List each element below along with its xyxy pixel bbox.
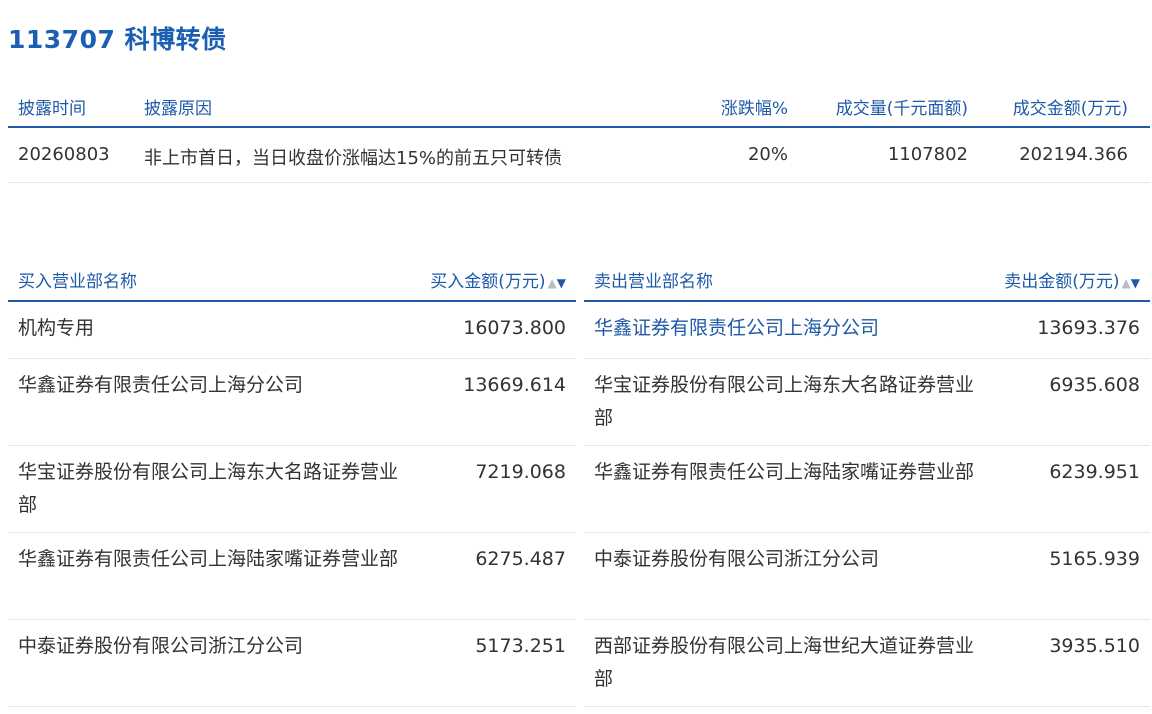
sell-amount: 3935.510 — [1049, 635, 1140, 657]
sort-asc-icon[interactable]: ▲ — [548, 276, 557, 290]
sell-branch-name: 华宝证券股份有限公司上海东大名路证券营业部 — [594, 374, 975, 429]
disclosure-table: 披露时间 披露原因 涨跌幅% 成交量(千元面额) 成交金额(万元) 202608… — [8, 82, 1150, 183]
disclosure-table-header: 披露时间 披露原因 涨跌幅% 成交量(千元面额) 成交金额(万元) — [8, 82, 1150, 128]
header-sell-branch: 卖出营业部名称 — [594, 272, 713, 292]
header-sell-amount-label: 卖出金额(万元) — [1004, 272, 1120, 292]
sort-desc-icon[interactable]: ▼ — [557, 276, 566, 290]
buy-branch-name: 中泰证券股份有限公司浙江分公司 — [18, 635, 304, 657]
buy-amount: 13669.614 — [463, 374, 566, 396]
header-buy-branch: 买入营业部名称 — [18, 272, 137, 292]
header-disclosure-reason: 披露原因 — [144, 99, 212, 119]
sell-amount: 6935.608 — [1049, 374, 1140, 396]
table-row: 20260803 非上市首日，当日收盘价涨幅达15%的前五只可转债 20% 11… — [8, 128, 1150, 183]
header-turnover: 成交金额(万元) — [1012, 99, 1128, 119]
table-row: 中泰证券股份有限公司浙江分公司 5165.939 — [584, 533, 1150, 620]
table-row: 华鑫证券有限责任公司上海陆家嘴证券营业部 6275.487 — [8, 533, 576, 620]
table-row: 中泰证券股份有限公司浙江分公司 5173.251 — [8, 620, 576, 707]
sort-icon[interactable]: ▲▼ — [548, 276, 566, 290]
header-sell-amount[interactable]: 卖出金额(万元) ▲▼ — [1004, 267, 1140, 292]
header-change-pct: 涨跌幅% — [720, 99, 788, 119]
sort-asc-icon[interactable]: ▲ — [1122, 276, 1131, 290]
cell-volume: 1107802 — [887, 144, 968, 165]
sell-amount: 6239.951 — [1049, 461, 1140, 483]
buy-table-header: 买入营业部名称 买入金额(万元) ▲▼ — [8, 256, 576, 302]
cell-turnover: 202194.366 — [1019, 144, 1128, 165]
header-volume: 成交量(千元面额) — [835, 99, 968, 119]
buy-branch-name: 机构专用 — [18, 317, 95, 339]
table-row: 华宝证券股份有限公司上海东大名路证券营业部 7219.068 — [8, 446, 576, 533]
cell-disclosure-reason: 非上市首日，当日收盘价涨幅达15%的前五只可转债 — [144, 148, 563, 169]
table-row: 华宝证券股份有限公司上海东大名路证券营业部 6935.608 — [584, 359, 1150, 446]
buy-branch-name: 华鑫证券有限责任公司上海陆家嘴证券营业部 — [18, 548, 399, 570]
buy-amount: 5173.251 — [475, 635, 566, 657]
table-row: 西部证券股份有限公司上海世纪大道证券营业部 3935.510 — [584, 620, 1150, 707]
sell-branch-name-link[interactable]: 华鑫证券有限责任公司上海分公司 — [594, 312, 974, 345]
sell-amount: 5165.939 — [1049, 548, 1140, 570]
sell-branch-name: 中泰证券股份有限公司浙江分公司 — [594, 548, 880, 570]
header-buy-amount-label: 买入金额(万元) — [430, 272, 546, 292]
buy-branch-name: 华宝证券股份有限公司上海东大名路证券营业部 — [18, 461, 399, 516]
cell-disclosure-date: 20260803 — [18, 144, 110, 165]
buy-amount: 7219.068 — [475, 461, 566, 483]
sell-table-header: 卖出营业部名称 卖出金额(万元) ▲▼ — [584, 256, 1150, 302]
sell-branch-name: 华鑫证券有限责任公司上海陆家嘴证券营业部 — [594, 461, 975, 483]
header-disclosure-date: 披露时间 — [18, 99, 86, 119]
table-row: 华鑫证券有限责任公司上海分公司 13693.376 — [584, 302, 1150, 359]
buy-amount: 16073.800 — [463, 317, 566, 339]
cell-change-pct: 20% — [747, 144, 788, 165]
sell-table: 卖出营业部名称 卖出金额(万元) ▲▼ 华鑫证券有限责任公司上海分公司 13693… — [584, 256, 1150, 707]
buy-branch-name: 华鑫证券有限责任公司上海分公司 — [18, 374, 304, 396]
table-row: 机构专用 16073.800 — [8, 302, 576, 359]
sort-icon[interactable]: ▲▼ — [1122, 276, 1140, 290]
table-row: 华鑫证券有限责任公司上海分公司 13669.614 — [8, 359, 576, 446]
sell-branch-name: 西部证券股份有限公司上海世纪大道证券营业部 — [594, 635, 975, 690]
buy-table: 买入营业部名称 买入金额(万元) ▲▼ 机构专用 16073.800 华鑫证券有限… — [8, 256, 576, 707]
page-title: 113707 科博转债 — [8, 25, 227, 54]
header-buy-amount[interactable]: 买入金额(万元) ▲▼ — [430, 267, 566, 292]
table-row: 华鑫证券有限责任公司上海陆家嘴证券营业部 6239.951 — [584, 446, 1150, 533]
buy-amount: 6275.487 — [475, 548, 566, 570]
sell-amount: 13693.376 — [1037, 317, 1140, 339]
sort-desc-icon[interactable]: ▼ — [1131, 276, 1140, 290]
